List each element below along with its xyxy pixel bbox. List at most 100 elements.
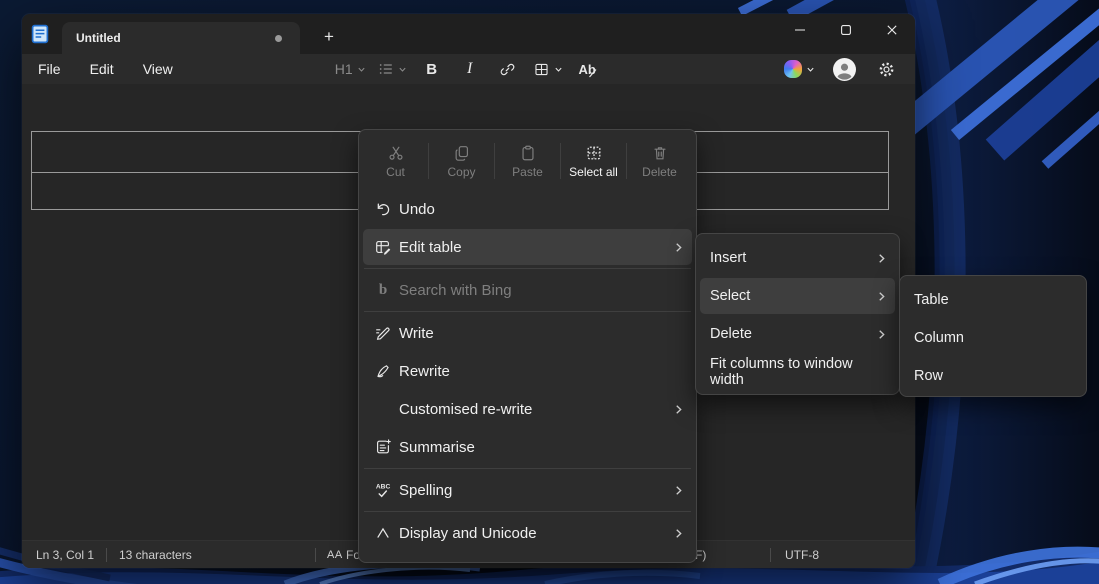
menu-item-summarise[interactable]: Summarise: [363, 429, 692, 465]
menu-file[interactable]: File: [25, 57, 74, 81]
select-submenu: Table Column Row: [899, 275, 1087, 397]
caption-buttons: [777, 14, 915, 45]
link-button[interactable]: [495, 57, 521, 81]
menu-item-search-with-bing[interactable]: b Search with Bing: [363, 272, 692, 308]
submenu-item-row[interactable]: Row: [904, 358, 1082, 394]
bing-icon: b: [378, 281, 388, 298]
maximize-icon: [841, 24, 851, 35]
menu-item-customised-rewrite[interactable]: Customised re-write: [363, 391, 692, 427]
menu-separator: [364, 268, 691, 269]
caret-icon: [373, 524, 393, 542]
chevron-right-icon: [876, 253, 887, 264]
list-style-dropdown[interactable]: [378, 57, 407, 81]
chevron-down-icon: [357, 65, 366, 74]
heading-style-dropdown[interactable]: H1: [335, 57, 366, 81]
delete-button[interactable]: Delete: [627, 134, 692, 188]
minimize-icon: [795, 28, 805, 31]
maximize-button[interactable]: [823, 14, 869, 45]
minimize-button[interactable]: [777, 14, 823, 45]
formatting-icon: AA: [327, 549, 343, 561]
menu-view[interactable]: View: [130, 57, 186, 81]
chevron-right-icon: [876, 329, 887, 340]
list-icon: [378, 61, 394, 77]
select-all-icon: [587, 146, 600, 159]
copy-icon: [455, 145, 468, 161]
chevron-down-icon: [554, 65, 563, 74]
menu-bar: File Edit View H1 B I Ab: [22, 54, 915, 84]
gear-icon: [878, 61, 895, 78]
menu-separator: [364, 511, 691, 512]
cut-icon: [388, 146, 403, 160]
submenu-item-table[interactable]: Table: [904, 282, 1082, 318]
status-divider: [315, 548, 316, 562]
cut-button[interactable]: Cut: [363, 134, 428, 188]
table-icon: [533, 61, 550, 78]
menu-item-spelling[interactable]: ABC Spelling: [363, 472, 692, 508]
chevron-right-icon: [673, 528, 684, 539]
unsaved-indicator-dot: [275, 35, 282, 42]
delete-icon: [653, 146, 666, 159]
format-toolbar: H1 B I Ab: [329, 57, 607, 81]
submenu-item-fit-columns[interactable]: Fit columns to window width: [700, 354, 895, 390]
bold-button[interactable]: B: [419, 57, 445, 81]
status-divider: [106, 548, 107, 562]
context-menu-actions-row: Cut Copy Paste Select all Delete: [363, 134, 692, 188]
title-bar: Untitled +: [22, 14, 915, 54]
italic-icon: I: [467, 60, 473, 77]
close-icon: [887, 24, 897, 35]
new-tab-button[interactable]: +: [314, 22, 344, 52]
account-button[interactable]: [831, 57, 857, 81]
menu-item-undo[interactable]: Undo: [363, 191, 692, 227]
copilot-icon: [784, 60, 802, 78]
bold-icon: B: [426, 60, 438, 78]
paste-icon: [521, 145, 534, 160]
clear-formatting-icon: Ab: [578, 61, 596, 77]
context-menu: Cut Copy Paste Select all Delete Undo Ed…: [358, 129, 697, 563]
submenu-item-column[interactable]: Column: [904, 320, 1082, 356]
copy-button[interactable]: Copy: [429, 134, 494, 188]
avatar-icon: [832, 57, 856, 81]
cursor-position: Ln 3, Col 1: [36, 548, 95, 562]
chevron-right-icon: [673, 404, 684, 415]
chevron-down-icon: [398, 65, 407, 74]
edit-table-icon: [373, 238, 393, 256]
clear-formatting-button[interactable]: Ab: [575, 57, 601, 81]
undo-icon: [373, 200, 393, 218]
submenu-item-select[interactable]: Select: [700, 278, 895, 314]
character-count: 13 characters: [119, 548, 192, 562]
submenu-item-delete[interactable]: Delete: [700, 316, 895, 352]
chevron-right-icon: [673, 242, 684, 253]
rewrite-pen-icon: [373, 362, 393, 380]
summarise-icon: [373, 438, 393, 456]
menu-separator: [364, 311, 691, 312]
menu-separator: [364, 468, 691, 469]
submenu-item-insert[interactable]: Insert: [700, 240, 895, 276]
chevron-right-icon: [673, 485, 684, 496]
tab-title: Untitled: [76, 31, 121, 45]
menu-item-write[interactable]: Write: [363, 315, 692, 351]
edit-table-submenu: Insert Select Delete Fit columns to wind…: [695, 233, 900, 395]
paste-button[interactable]: Paste: [495, 134, 560, 188]
spelling-icon: ABC: [373, 481, 393, 500]
chevron-right-icon: [876, 291, 887, 302]
italic-button[interactable]: I: [457, 57, 483, 81]
settings-button[interactable]: [873, 57, 899, 81]
insert-table-dropdown[interactable]: [533, 57, 563, 81]
tab-untitled[interactable]: Untitled: [62, 22, 300, 54]
encoding[interactable]: UTF-8: [785, 548, 819, 562]
menu-item-rewrite[interactable]: Rewrite: [363, 353, 692, 389]
write-pencil-icon: [373, 324, 393, 342]
status-divider: [770, 548, 771, 562]
svg-text:ABC: ABC: [375, 483, 390, 490]
link-icon: [499, 61, 516, 78]
notepad-app-icon: [30, 24, 50, 44]
heading-style-label: H1: [334, 61, 353, 77]
toolbar-right-group: [778, 57, 905, 81]
menu-item-display-and-unicode[interactable]: Display and Unicode: [363, 515, 692, 551]
close-button[interactable]: [869, 14, 915, 45]
chevron-down-icon: [806, 65, 815, 74]
menu-edit[interactable]: Edit: [77, 57, 127, 81]
menu-item-edit-table[interactable]: Edit table: [363, 229, 692, 265]
select-all-button[interactable]: Select all: [561, 134, 626, 188]
copilot-dropdown[interactable]: [784, 57, 815, 81]
